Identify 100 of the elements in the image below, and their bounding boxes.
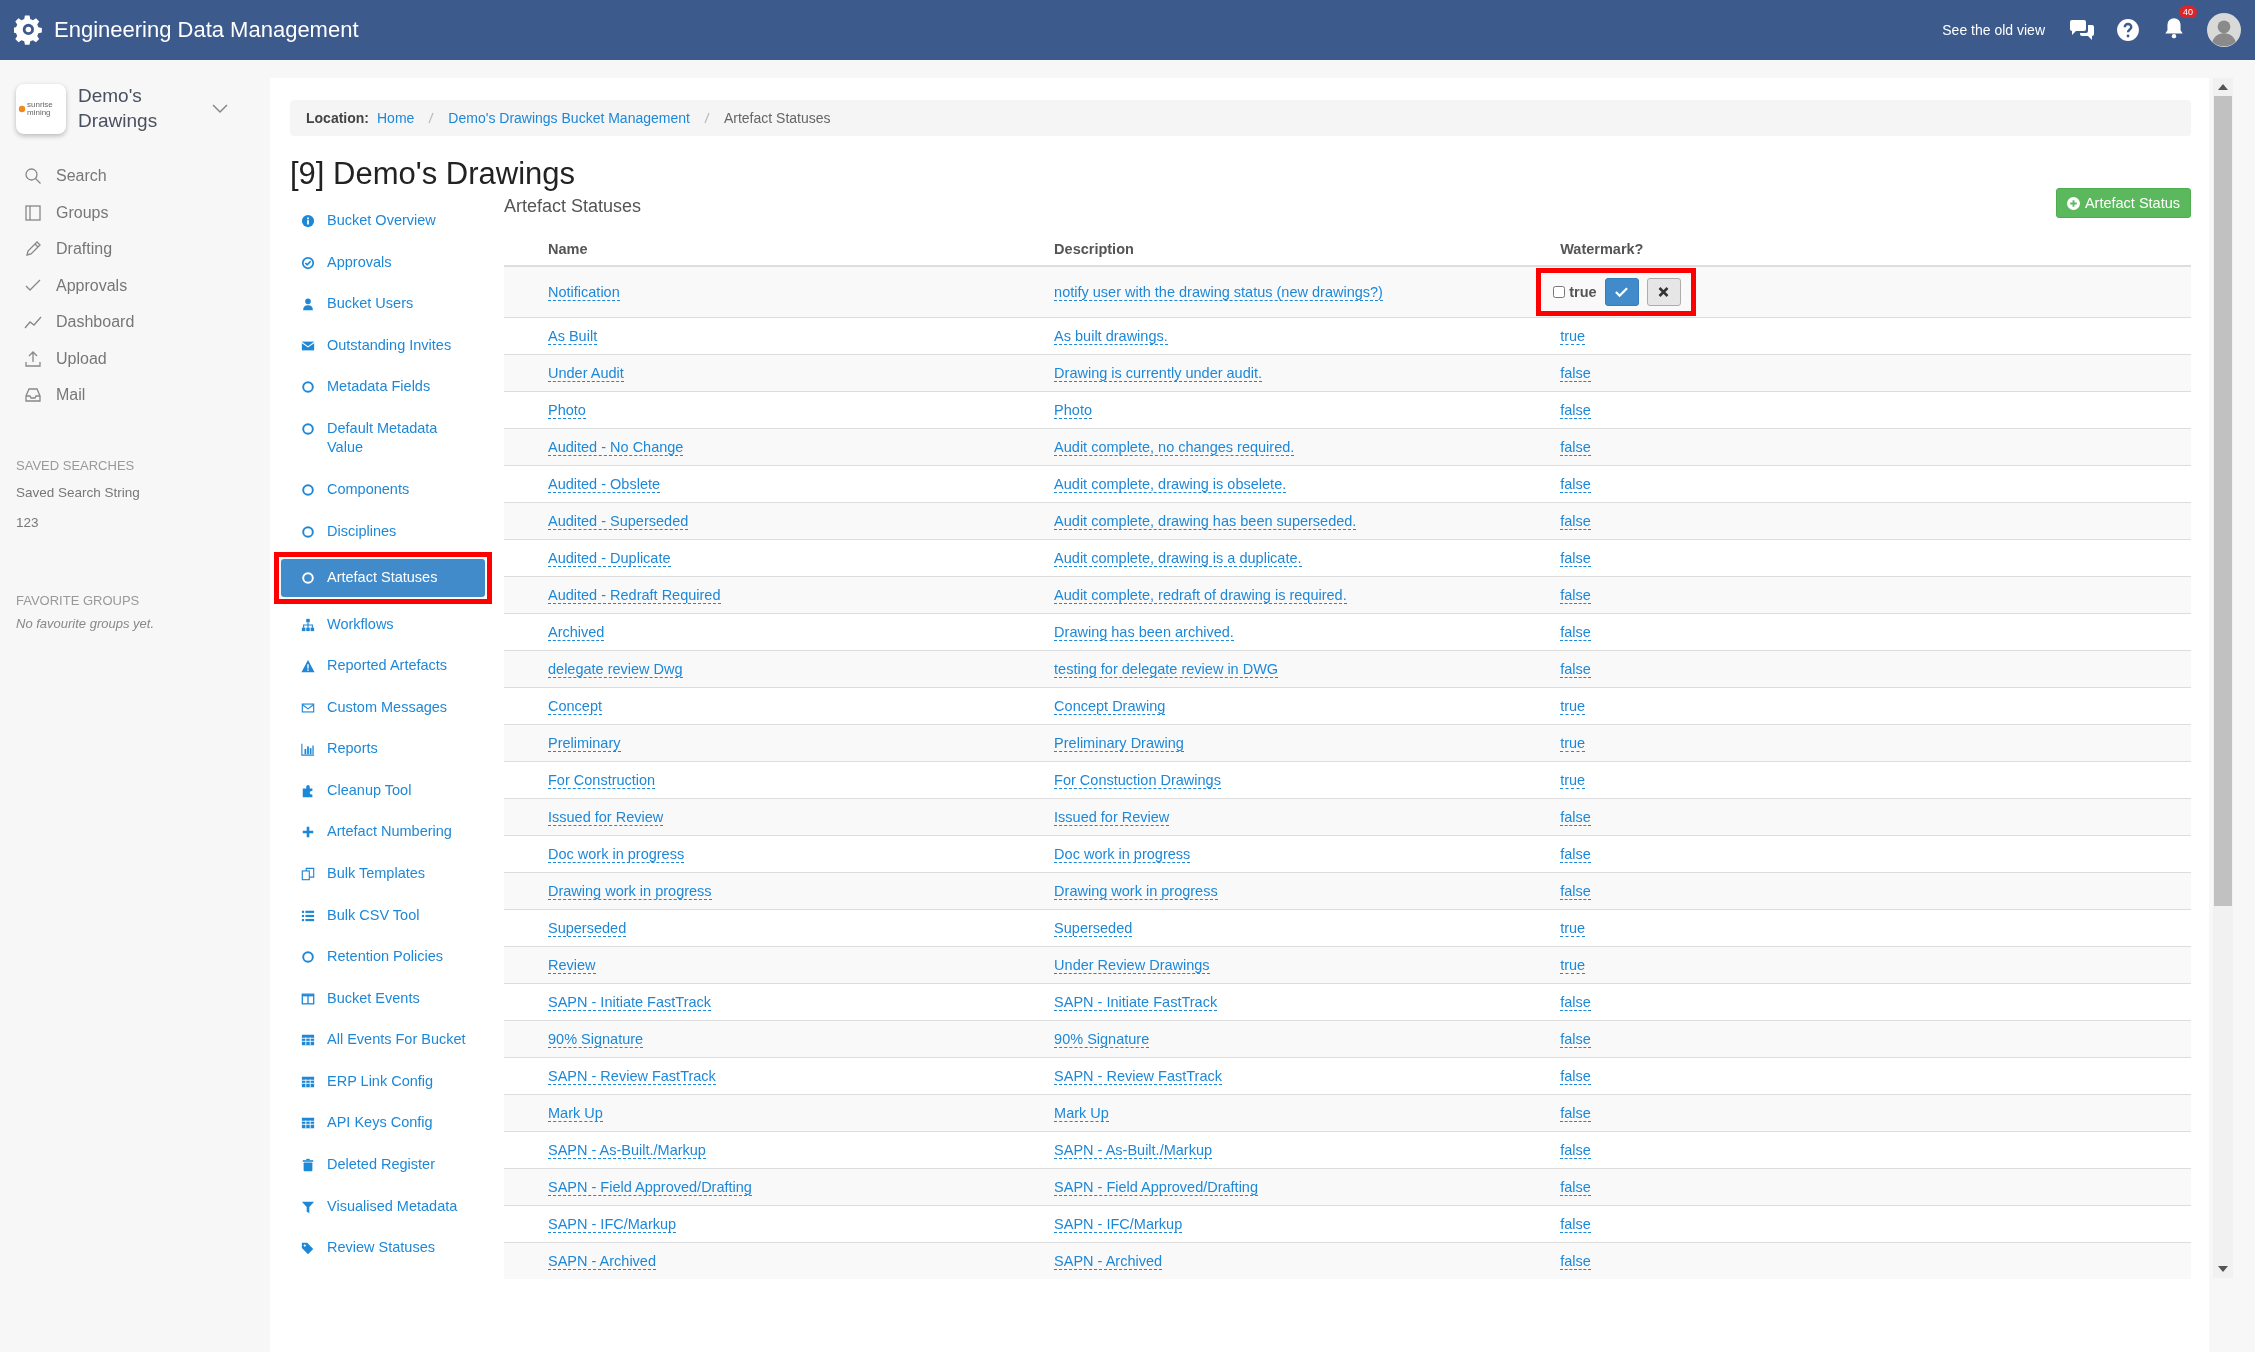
status-name-link[interactable]: SAPN - Initiate FastTrack: [548, 994, 712, 1011]
bucket-nav-item[interactable]: Metadata Fields: [281, 366, 485, 408]
sidebar-menu-item[interactable]: Groups: [16, 194, 270, 231]
status-name-link[interactable]: Audited - Obslete: [548, 476, 661, 493]
status-name-link[interactable]: Notification: [548, 284, 620, 301]
status-name-link[interactable]: Preliminary: [548, 735, 621, 752]
status-description-link[interactable]: testing for delegate review in DWG: [1054, 661, 1279, 678]
sidebar-menu-item[interactable]: Approvals: [16, 267, 270, 304]
watermark-value-link[interactable]: true: [1560, 920, 1586, 937]
breadcrumb-link[interactable]: Home: [377, 110, 415, 126]
confirm-button[interactable]: [1604, 278, 1639, 306]
status-description-link[interactable]: SAPN - IFC/Markup: [1054, 1216, 1183, 1233]
status-description-link[interactable]: SAPN - Archived: [1054, 1253, 1163, 1270]
status-description-link[interactable]: Drawing is currently under audit.: [1054, 365, 1263, 382]
sidebar-menu-item[interactable]: Dashboard: [16, 304, 270, 341]
watermark-value-link[interactable]: false: [1560, 1216, 1591, 1233]
watermark-value-link[interactable]: true: [1560, 328, 1586, 345]
bucket-nav-item[interactable]: Outstanding Invites: [281, 324, 485, 367]
status-description-link[interactable]: As built drawings.: [1054, 328, 1168, 345]
status-description-link[interactable]: For Constuction Drawings: [1054, 772, 1221, 789]
status-name-link[interactable]: SAPN - Archived: [548, 1253, 656, 1270]
scrollbar-thumb[interactable]: [2214, 96, 2232, 906]
bucket-nav-item[interactable]: Bucket Users: [281, 283, 485, 325]
status-name-link[interactable]: 90% Signature: [548, 1031, 644, 1048]
watermark-value-link[interactable]: false: [1560, 994, 1591, 1011]
status-name-link[interactable]: For Construction: [548, 772, 656, 789]
status-description-link[interactable]: Photo: [1054, 402, 1092, 419]
cancel-button[interactable]: [1646, 278, 1681, 306]
scroll-down-arrow-icon[interactable]: [2218, 1266, 2228, 1272]
status-name-link[interactable]: SAPN - Field Approved/Drafting: [548, 1179, 752, 1196]
status-name-link[interactable]: Doc work in progress: [548, 846, 685, 863]
status-description-link[interactable]: Mark Up: [1054, 1105, 1109, 1122]
bucket-nav-item[interactable]: Reports: [281, 728, 485, 770]
sidebar-menu-item[interactable]: Mail: [16, 377, 270, 414]
watermark-value-link[interactable]: false: [1560, 476, 1591, 493]
status-description-link[interactable]: 90% Signature: [1054, 1031, 1150, 1048]
watermark-value-link[interactable]: false: [1560, 1105, 1591, 1122]
status-description-link[interactable]: Drawing work in progress: [1054, 883, 1218, 900]
avatar-icon[interactable]: [2207, 13, 2241, 47]
status-name-link[interactable]: Audited - No Change: [548, 439, 684, 456]
watermark-value-link[interactable]: false: [1560, 587, 1591, 604]
bucket-nav-item[interactable]: Deleted Register: [281, 1143, 485, 1186]
status-name-link[interactable]: Review: [548, 957, 596, 974]
status-description-link[interactable]: Superseded: [1054, 920, 1133, 937]
status-description-link[interactable]: Drawing has been archived.: [1054, 624, 1234, 641]
status-description-link[interactable]: Under Review Drawings: [1054, 957, 1210, 974]
status-description-link[interactable]: Doc work in progress: [1054, 846, 1191, 863]
status-name-link[interactable]: Concept: [548, 698, 602, 715]
watermark-value-link[interactable]: false: [1560, 624, 1591, 641]
watermark-value-link[interactable]: false: [1560, 1253, 1591, 1270]
status-description-link[interactable]: Concept Drawing: [1054, 698, 1166, 715]
add-artefact-status-button[interactable]: Artefact Status: [2055, 188, 2191, 218]
status-description-link[interactable]: Preliminary Drawing: [1054, 735, 1184, 752]
bucket-nav-item[interactable]: Visualised Metadata: [281, 1185, 485, 1228]
watermark-value-link[interactable]: false: [1560, 883, 1591, 900]
status-name-link[interactable]: Audited - Redraft Required: [548, 587, 721, 604]
watermark-value-link[interactable]: true: [1560, 957, 1586, 974]
watermark-value-link[interactable]: false: [1560, 661, 1591, 678]
watermark-value-link[interactable]: false: [1560, 1142, 1591, 1159]
status-name-link[interactable]: delegate review Dwg: [548, 661, 683, 678]
status-name-link[interactable]: Under Audit: [548, 365, 624, 382]
status-name-link[interactable]: SAPN - IFC/Markup: [548, 1216, 677, 1233]
saved-search-link[interactable]: 123: [16, 514, 270, 545]
watermark-value-link[interactable]: false: [1560, 846, 1591, 863]
saved-search-link[interactable]: Saved Search String: [16, 484, 270, 515]
watermark-value-link[interactable]: false: [1560, 402, 1591, 419]
bucket-nav-item[interactable]: Bulk Templates: [281, 853, 485, 895]
status-name-link[interactable]: As Built: [548, 328, 598, 345]
bucket-nav-item[interactable]: Default Metadata Value: [281, 407, 485, 469]
status-description-link[interactable]: SAPN - Initiate FastTrack: [1054, 994, 1218, 1011]
bucket-nav-item[interactable]: Artefact Numbering: [281, 811, 485, 853]
bucket-nav-item[interactable]: Bucket Overview: [281, 200, 485, 242]
status-description-link[interactable]: Issued for Review: [1054, 809, 1170, 826]
status-name-link[interactable]: SAPN - Review FastTrack: [548, 1068, 716, 1085]
status-description-link[interactable]: Audit complete, drawing is obselete.: [1054, 476, 1287, 493]
scrollbar[interactable]: [2213, 78, 2233, 1278]
bucket-nav-item[interactable]: Cleanup Tool: [281, 769, 485, 812]
breadcrumb-link[interactable]: Demo's Drawings Bucket Management: [448, 110, 690, 126]
watermark-value-link[interactable]: false: [1560, 513, 1591, 530]
status-name-link[interactable]: Audited - Superseded: [548, 513, 689, 530]
watermark-value-link[interactable]: true: [1560, 735, 1586, 752]
bucket-nav-item[interactable]: All Events For Bucket: [281, 1019, 485, 1061]
bucket-nav-item[interactable]: Approvals: [281, 241, 485, 284]
bucket-nav-item[interactable]: Reported Artefacts: [281, 645, 485, 687]
watermark-value-link[interactable]: false: [1560, 1179, 1591, 1196]
watermark-value-link[interactable]: false: [1560, 365, 1591, 382]
status-description-link[interactable]: Audit complete, drawing is a duplicate.: [1054, 550, 1302, 567]
bucket-nav-item[interactable]: Workflows: [281, 603, 485, 646]
status-name-link[interactable]: Drawing work in progress: [548, 883, 712, 900]
bucket-nav-item[interactable]: Bucket Events: [281, 977, 485, 1020]
status-name-link[interactable]: SAPN - As-Built./Markup: [548, 1142, 706, 1159]
watermark-value-link[interactable]: false: [1560, 439, 1591, 456]
scroll-up-arrow-icon[interactable]: [2218, 84, 2228, 90]
chat-icon[interactable]: [2069, 18, 2095, 42]
watermark-value-link[interactable]: false: [1560, 1068, 1591, 1085]
bucket-nav-item[interactable]: Artefact Statuses: [281, 559, 485, 597]
bucket-nav-item[interactable]: Disciplines: [281, 510, 485, 553]
status-description-link[interactable]: SAPN - Field Approved/Drafting: [1054, 1179, 1258, 1196]
old-view-link[interactable]: See the old view: [1942, 22, 2045, 38]
watermark-value-link[interactable]: false: [1560, 809, 1591, 826]
